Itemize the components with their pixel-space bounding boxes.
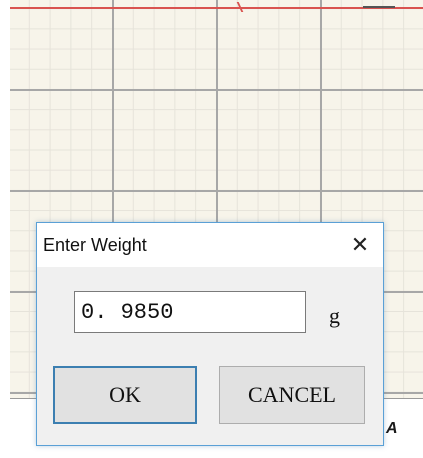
- weight-input[interactable]: [74, 291, 306, 333]
- close-button[interactable]: ✕: [337, 223, 383, 267]
- enter-weight-dialog: Enter Weight ✕ g OK CANCEL: [36, 222, 384, 446]
- unit-label: g: [329, 303, 340, 328]
- dialog-titlebar: Enter Weight ✕: [37, 223, 383, 267]
- top-right-marker: [363, 2, 395, 8]
- close-icon: ✕: [350, 232, 370, 258]
- ok-button[interactable]: OK: [53, 366, 197, 424]
- corner-label: A: [386, 420, 398, 437]
- cancel-button[interactable]: CANCEL: [219, 366, 365, 424]
- signal-trace-line: [10, 7, 423, 9]
- dialog-title: Enter Weight: [43, 235, 147, 255]
